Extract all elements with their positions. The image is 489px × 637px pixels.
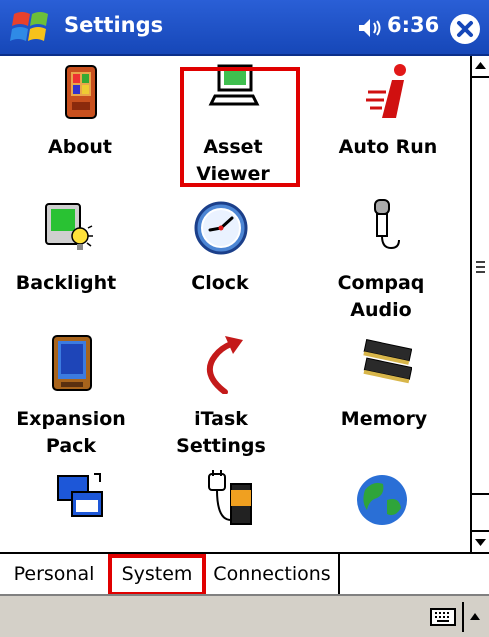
item-label: Compaq Audio	[337, 272, 425, 321]
memory-icon	[363, 339, 412, 384]
arrow-up-icon	[475, 62, 486, 69]
item-label: Asset Viewer	[196, 136, 270, 185]
input-panel-toggle[interactable]	[462, 602, 486, 632]
arrow-down-icon	[475, 539, 486, 546]
item-label: Clock	[191, 272, 249, 294]
asset-viewer-icon	[208, 64, 260, 106]
clock-time[interactable]: 6:36	[387, 13, 439, 37]
item-label: Memory	[340, 408, 428, 430]
close-icon[interactable]	[448, 12, 482, 46]
item-expansion-pack[interactable]: Expansion Pack	[1, 334, 141, 464]
title-bar: Settings 6:36	[0, 0, 489, 56]
item-asset-viewer[interactable]: Asset Viewer	[163, 62, 303, 192]
tab-connections[interactable]: Connections	[206, 554, 340, 594]
item-about[interactable]: About	[10, 62, 150, 192]
power-icon	[208, 470, 252, 525]
arrow-up-icon	[470, 613, 480, 620]
item-label: iTask Settings	[176, 408, 266, 457]
tab-personal[interactable]: Personal	[0, 554, 110, 594]
item-label: Backlight	[15, 272, 117, 294]
backlight-icon	[45, 203, 93, 250]
tab-system[interactable]: System	[110, 554, 206, 594]
expansion-pack-icon	[52, 335, 92, 391]
scroll-thumb[interactable]	[472, 78, 489, 495]
volume-icon[interactable]	[357, 16, 385, 40]
microphone-icon	[374, 199, 400, 250]
grip-icon	[476, 261, 485, 273]
item-clock[interactable]: Clock	[150, 198, 290, 328]
itask-settings-icon	[206, 336, 243, 394]
settings-icon-grid: About Asset Viewer Auto Run Backlight Cl…	[0, 56, 470, 552]
about-icon	[65, 65, 97, 119]
windows-start-icon[interactable]	[8, 8, 54, 48]
item-auto-run[interactable]: Auto Run	[318, 62, 458, 192]
vertical-scrollbar[interactable]	[470, 56, 489, 552]
auto-run-icon	[366, 64, 406, 118]
item-row4-col1[interactable]	[10, 470, 150, 552]
item-label: About	[48, 136, 112, 158]
item-backlight[interactable]: Backlight	[0, 198, 136, 328]
item-row4-col3[interactable]	[311, 470, 451, 552]
window-title: Settings	[64, 13, 164, 37]
scroll-down-button[interactable]	[472, 530, 489, 552]
scroll-up-button[interactable]	[472, 56, 489, 78]
item-row4-col2[interactable]	[159, 470, 299, 552]
item-compaq-audio[interactable]: Compaq Audio	[311, 198, 451, 328]
item-label: Expansion Pack	[16, 408, 126, 457]
power-windows-icon	[57, 473, 103, 517]
item-memory[interactable]: Memory	[314, 334, 454, 464]
item-label: Auto Run	[338, 136, 438, 158]
item-itask-settings[interactable]: iTask Settings	[151, 334, 291, 464]
globe-icon	[357, 475, 407, 525]
keyboard-icon[interactable]	[430, 608, 456, 626]
menu-bar	[0, 594, 489, 637]
clock-icon	[194, 201, 248, 255]
tab-bar: Personal System Connections	[0, 552, 489, 596]
